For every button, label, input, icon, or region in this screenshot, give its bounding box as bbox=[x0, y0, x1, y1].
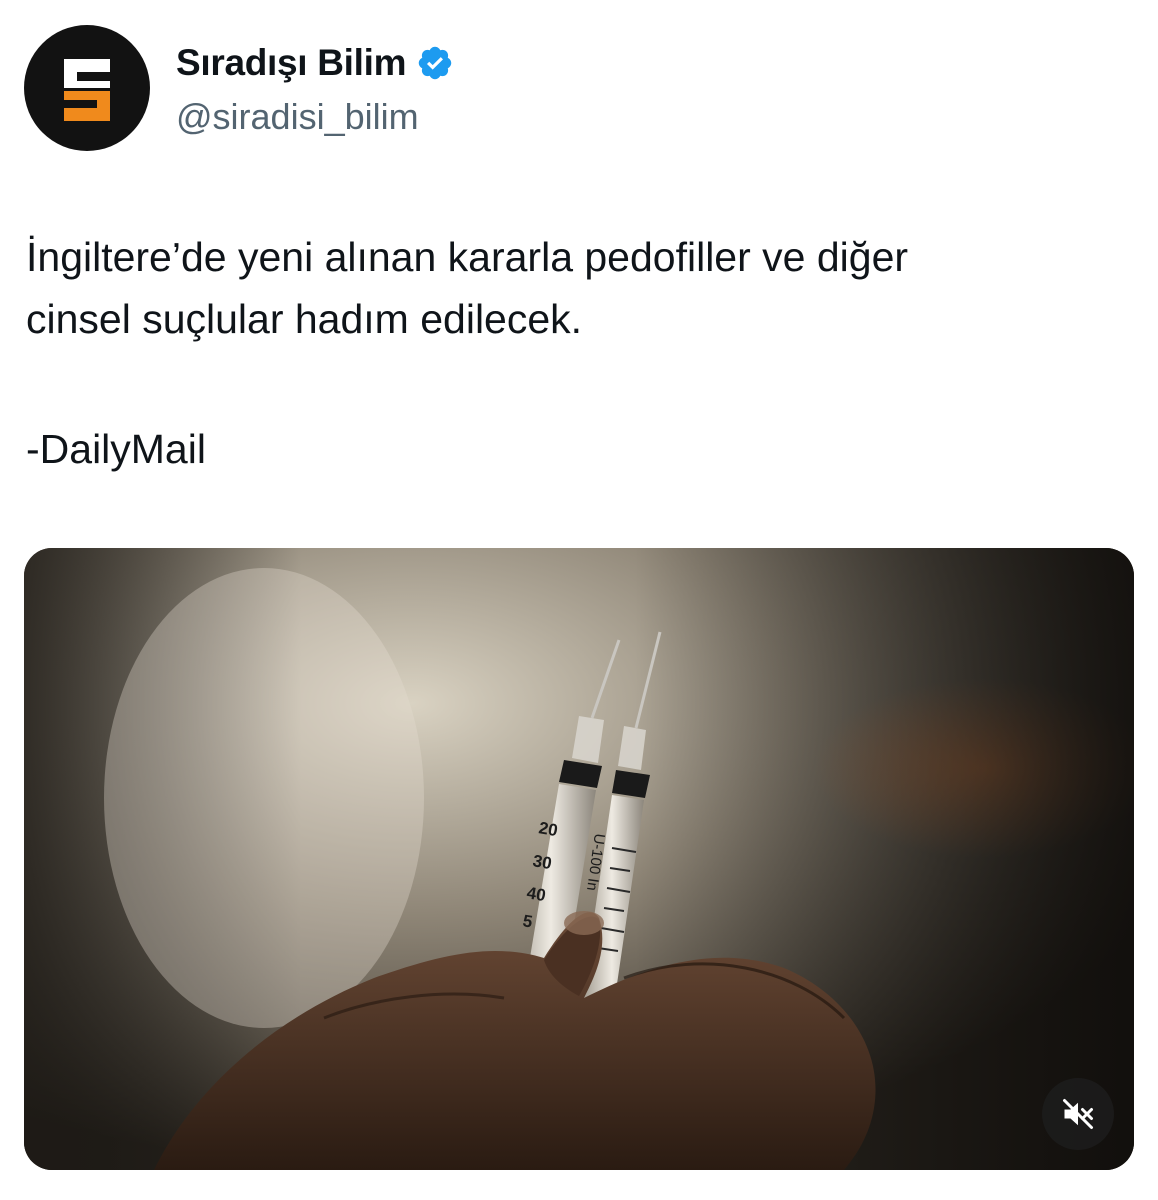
syringe-mark: 40 bbox=[525, 883, 547, 905]
tweet-source: -DailyMail bbox=[26, 426, 206, 472]
tweet-card: Sıradışı Bilim @siradisi_bilim İngiltere… bbox=[0, 0, 1158, 1200]
author-display-name[interactable]: Sıradışı Bilim bbox=[176, 42, 407, 84]
tweet-line: cinsel suçlular hadım edilecek. bbox=[26, 296, 583, 342]
tweet-line: İngiltere’de yeni alınan kararla pedofil… bbox=[26, 234, 909, 280]
syringes-photo: 20 30 40 5 U-100 In bbox=[24, 548, 1134, 1170]
syringe-mark: 30 bbox=[531, 851, 553, 873]
avatar[interactable] bbox=[24, 25, 150, 151]
author-name-row: Sıradışı Bilim bbox=[176, 40, 454, 86]
volume-muted-icon bbox=[1063, 1099, 1093, 1129]
syringe-mark: 20 bbox=[537, 818, 559, 840]
tweet-text: İngiltere’de yeni alınan kararla pedofil… bbox=[26, 226, 1126, 350]
verified-badge-icon bbox=[418, 46, 452, 80]
author-handle[interactable]: @siradisi_bilim bbox=[176, 96, 419, 138]
media-video[interactable]: 20 30 40 5 U-100 In bbox=[24, 548, 1134, 1170]
sb-logo-icon bbox=[64, 59, 110, 121]
mute-button[interactable] bbox=[1042, 1078, 1114, 1150]
